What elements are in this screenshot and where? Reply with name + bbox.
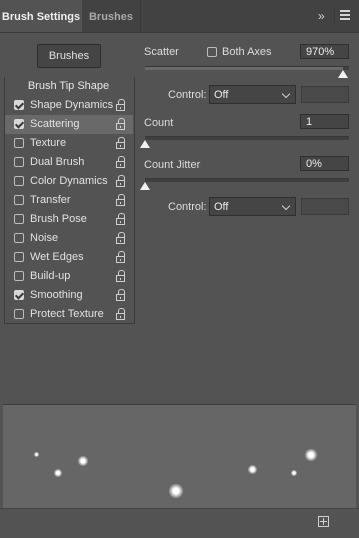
control-dropdown-1[interactable]: Off [209, 85, 296, 104]
control-1-extra-field [301, 86, 349, 103]
lock-icon[interactable] [116, 118, 127, 131]
option-item-shape-dynamics[interactable]: Shape Dynamics [5, 96, 133, 115]
option-item-wet-edges[interactable]: Wet Edges [5, 248, 133, 267]
preview-brush-dot [305, 449, 317, 461]
tab-brushes[interactable]: Brushes [82, 0, 141, 32]
count-slider[interactable] [145, 136, 349, 140]
option-checkbox-scattering[interactable] [14, 119, 24, 129]
option-label: Protect Texture [30, 308, 104, 320]
option-item-protect-texture[interactable]: Protect Texture [5, 305, 133, 324]
panel-menu-icon[interactable] [340, 10, 352, 22]
scatter-value-field[interactable]: 970% [300, 44, 349, 59]
lock-icon[interactable] [116, 175, 127, 188]
both-axes-label: Both Axes [222, 46, 272, 58]
brush-tip-shape-item[interactable]: Brush Tip Shape [4, 77, 133, 96]
option-item-color-dynamics[interactable]: Color Dynamics [5, 172, 133, 191]
scatter-label: Scatter [144, 46, 179, 58]
preview-brush-dot [169, 484, 183, 498]
option-label: Scattering [30, 118, 80, 130]
option-checkbox-noise[interactable] [14, 233, 24, 243]
count-value-field[interactable]: 1 [300, 114, 349, 129]
option-checkbox-dual-brush[interactable] [14, 157, 24, 167]
option-label: Wet Edges [30, 251, 84, 263]
control-dropdown-2-value: Off [214, 201, 229, 213]
lock-icon[interactable] [116, 213, 127, 226]
tab-bar: Brush Settings Brushes » [0, 0, 359, 33]
scatter-slider-fill [145, 67, 343, 70]
lock-icon[interactable] [116, 289, 127, 302]
option-label: Shape Dynamics [30, 99, 114, 111]
preview-brush-dot [291, 470, 297, 476]
option-item-dual-brush[interactable]: Dual Brush [5, 153, 133, 172]
double-chevron-right-icon[interactable]: » [318, 10, 332, 22]
option-item-smoothing[interactable]: Smoothing [5, 286, 133, 305]
control-2-extra-field [301, 198, 349, 215]
tab-bar-divider [334, 7, 335, 25]
scatter-slider-thumb[interactable] [337, 70, 348, 78]
count-slider-thumb[interactable] [140, 140, 150, 148]
count-label: Count [144, 117, 174, 129]
chevron-down-icon [281, 201, 291, 211]
count-jitter-slider-thumb[interactable] [140, 182, 150, 190]
lock-icon[interactable] [116, 232, 127, 245]
lock-icon[interactable] [116, 194, 127, 207]
brush-settings-panel: Brush Settings Brushes » Brushes Brush T… [0, 0, 359, 538]
option-label: Texture [30, 137, 67, 149]
option-label: Transfer [30, 194, 71, 206]
count-jitter-slider[interactable] [145, 178, 349, 182]
option-label: Smoothing [30, 289, 83, 301]
option-checkbox-brush-pose[interactable] [14, 214, 24, 224]
preview-brush-dot [34, 452, 39, 457]
preview-brush-dot [54, 469, 62, 477]
option-checkbox-texture[interactable] [14, 138, 24, 148]
option-label: Dual Brush [30, 156, 85, 168]
control-dropdown-1-value: Off [214, 89, 229, 101]
lock-icon[interactable] [116, 99, 127, 112]
brushes-button[interactable]: Brushes [37, 44, 101, 68]
lock-icon[interactable] [116, 156, 127, 169]
option-label: Brush Pose [30, 213, 87, 225]
preview-brush-dot [248, 465, 257, 474]
count-jitter-label: Count Jitter [144, 159, 201, 171]
option-item-scattering[interactable]: Scattering [5, 115, 133, 134]
chevron-down-icon [281, 89, 291, 99]
lock-icon[interactable] [116, 137, 127, 150]
control-dropdown-2[interactable]: Off [209, 197, 296, 216]
option-checkbox-color-dynamics[interactable] [14, 176, 24, 186]
option-label: Noise [30, 232, 59, 244]
panel-footer [0, 508, 359, 538]
control-label-1: Control: [168, 89, 207, 101]
lock-icon[interactable] [116, 308, 127, 321]
lock-icon[interactable] [116, 270, 127, 283]
option-checkbox-smoothing[interactable] [14, 290, 24, 300]
option-checkbox-transfer[interactable] [14, 195, 24, 205]
new-brush-preset-icon[interactable] [318, 516, 329, 527]
option-checkbox-wet-edges[interactable] [14, 252, 24, 262]
lock-icon[interactable] [116, 251, 127, 264]
option-checkbox-protect-texture[interactable] [14, 309, 24, 319]
brush-stroke-preview [3, 404, 356, 509]
both-axes-checkbox[interactable] [207, 47, 217, 57]
option-item-brush-pose[interactable]: Brush Pose [5, 210, 133, 229]
tab-brush-settings[interactable]: Brush Settings [0, 0, 82, 32]
option-checkbox-build-up[interactable] [14, 271, 24, 281]
option-label: Color Dynamics [30, 175, 108, 187]
option-item-build-up[interactable]: Build-up [5, 267, 133, 286]
option-item-transfer[interactable]: Transfer [5, 191, 133, 210]
option-checkbox-shape-dynamics[interactable] [14, 100, 24, 110]
option-item-noise[interactable]: Noise [5, 229, 133, 248]
preview-brush-dot [78, 456, 88, 466]
control-label-2: Control: [168, 201, 207, 213]
option-item-texture[interactable]: Texture [5, 134, 133, 153]
scatter-slider[interactable] [145, 66, 349, 70]
option-label: Build-up [30, 270, 71, 282]
count-jitter-value-field[interactable]: 0% [300, 156, 349, 171]
